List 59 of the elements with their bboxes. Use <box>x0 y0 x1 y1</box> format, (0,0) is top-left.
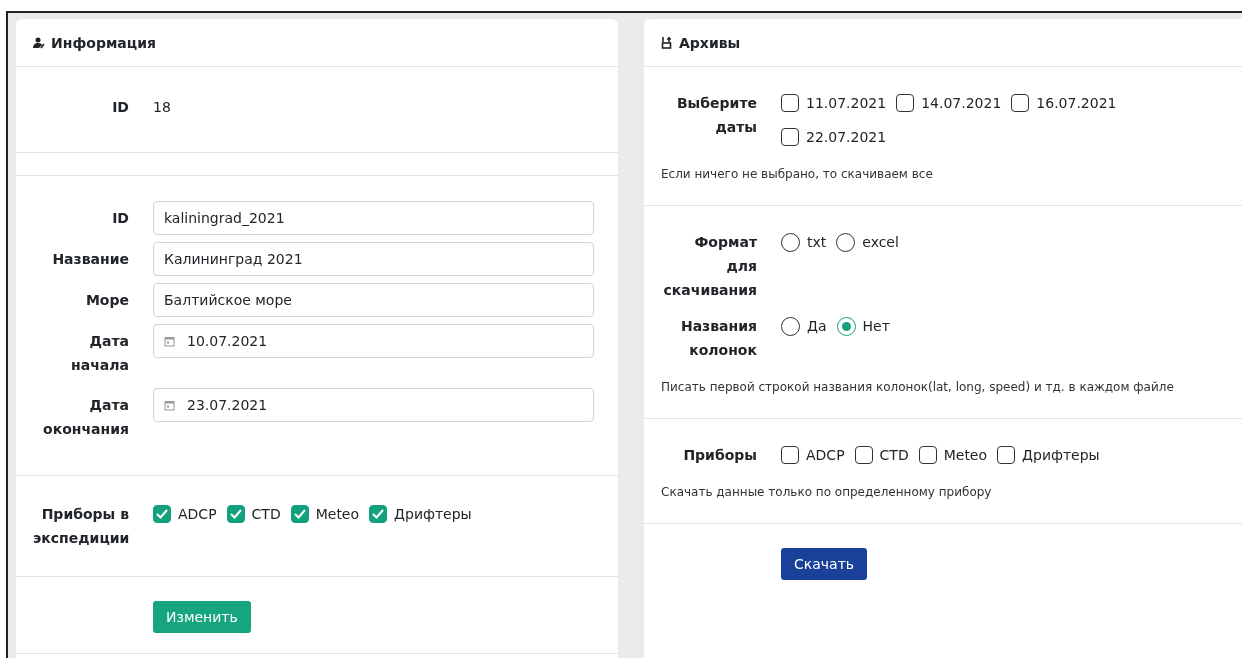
input-field[interactable]: Балтийское море <box>153 283 594 317</box>
field-label: Дата окончания <box>42 396 129 439</box>
field-label: Выберите даты <box>675 94 757 137</box>
checkbox[interactable] <box>918 446 937 464</box>
checkbox[interactable] <box>781 128 799 146</box>
radio-option[interactable]: Нет <box>836 314 890 338</box>
calendar-icon <box>164 335 175 347</box>
checkbox[interactable] <box>153 505 171 523</box>
card-title: Информация <box>51 34 156 51</box>
field-label: Формат для скачивания <box>662 233 757 300</box>
radio-button[interactable] <box>836 232 856 252</box>
checkbox-option[interactable]: 22.07.2021 <box>781 125 887 149</box>
input-field[interactable]: Калининград 2021 <box>153 242 594 276</box>
calendar-icon <box>164 399 175 411</box>
field-label: Название <box>51 250 129 269</box>
checkbox[interactable] <box>854 446 873 464</box>
checkbox[interactable] <box>896 94 915 112</box>
checkbox-option[interactable]: Meteo <box>918 443 988 467</box>
checkbox-option[interactable]: 14.07.2021 <box>896 91 1002 115</box>
checkbox[interactable] <box>369 505 388 523</box>
hint-text: Если ничего не выбрано, то скачиваем все <box>661 167 934 181</box>
download-button[interactable]: Скачать <box>781 548 868 580</box>
checkbox-option[interactable]: CTD <box>226 502 281 526</box>
field-label: Приборы в экспедиции <box>33 505 129 548</box>
hint-text: Писать первой строкой названия колонок(lat, long, speed) и тд. в каждом файле <box>661 380 1175 394</box>
radio-option[interactable]: excel <box>836 230 899 254</box>
field-label: ID <box>111 209 129 228</box>
input-field[interactable]: kaliningrad_2021 <box>153 201 594 235</box>
hint-text: Скачать данные только по определенному прибору <box>661 485 993 499</box>
archive-icon <box>661 36 673 49</box>
checkbox[interactable] <box>290 505 309 523</box>
date-field[interactable]: 23.07.2021 <box>153 388 594 422</box>
radio-button[interactable] <box>781 232 800 252</box>
checkbox[interactable] <box>781 446 799 464</box>
checkbox-option[interactable]: ADCP <box>153 502 217 526</box>
radio-option[interactable]: Да <box>781 314 827 338</box>
checkbox-option[interactable]: 11.07.2021 <box>781 91 887 115</box>
checkbox-option[interactable]: ADCP <box>781 443 845 467</box>
date-field[interactable]: 10.07.2021 <box>153 324 594 358</box>
field-label: Дата начала <box>70 332 129 375</box>
card-title: Архивы <box>679 34 741 51</box>
checkbox-option[interactable]: 16.07.2021 <box>1011 91 1117 115</box>
checkbox-option[interactable]: Дрифтеры <box>997 443 1100 467</box>
radio-option[interactable]: txt <box>781 230 827 254</box>
field-label: Названия колонок <box>679 317 757 360</box>
checkbox[interactable] <box>1011 94 1030 112</box>
field-label: Приборы <box>682 446 757 465</box>
checkbox-option[interactable]: Meteo <box>290 502 360 526</box>
radio-button[interactable] <box>836 316 856 336</box>
field-label: ID <box>111 98 129 117</box>
checkbox-option[interactable]: Дрифтеры <box>369 502 472 526</box>
checkbox[interactable] <box>226 505 245 523</box>
radio-button[interactable] <box>781 316 800 336</box>
checkbox[interactable] <box>997 446 1016 464</box>
checkbox[interactable] <box>781 94 799 112</box>
checkbox-option[interactable]: CTD <box>854 443 909 467</box>
field-value: 18 <box>153 98 171 117</box>
users-icon <box>33 36 45 49</box>
field-label: Море <box>84 291 129 310</box>
